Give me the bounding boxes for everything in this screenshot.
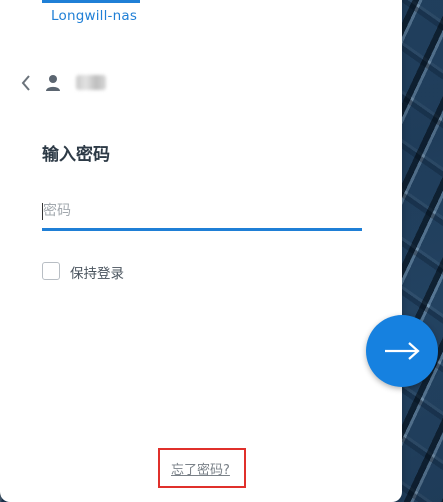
next-button[interactable] <box>366 315 438 387</box>
username-redacted <box>76 75 106 90</box>
server-name: Longwill-nas <box>51 8 138 24</box>
active-tab-indicator <box>42 0 140 3</box>
forgot-password-link[interactable]: 忘了密码? <box>171 459 230 478</box>
password-field[interactable] <box>42 193 362 231</box>
page-title: 输入密码 <box>42 145 110 165</box>
remember-me-checkbox[interactable] <box>42 262 60 280</box>
chevron-left-icon[interactable] <box>18 73 34 93</box>
text-cursor <box>42 203 43 220</box>
remember-me-label: 保持登录 <box>70 266 124 282</box>
user-icon <box>46 75 60 91</box>
arrow-right-icon <box>385 342 420 360</box>
